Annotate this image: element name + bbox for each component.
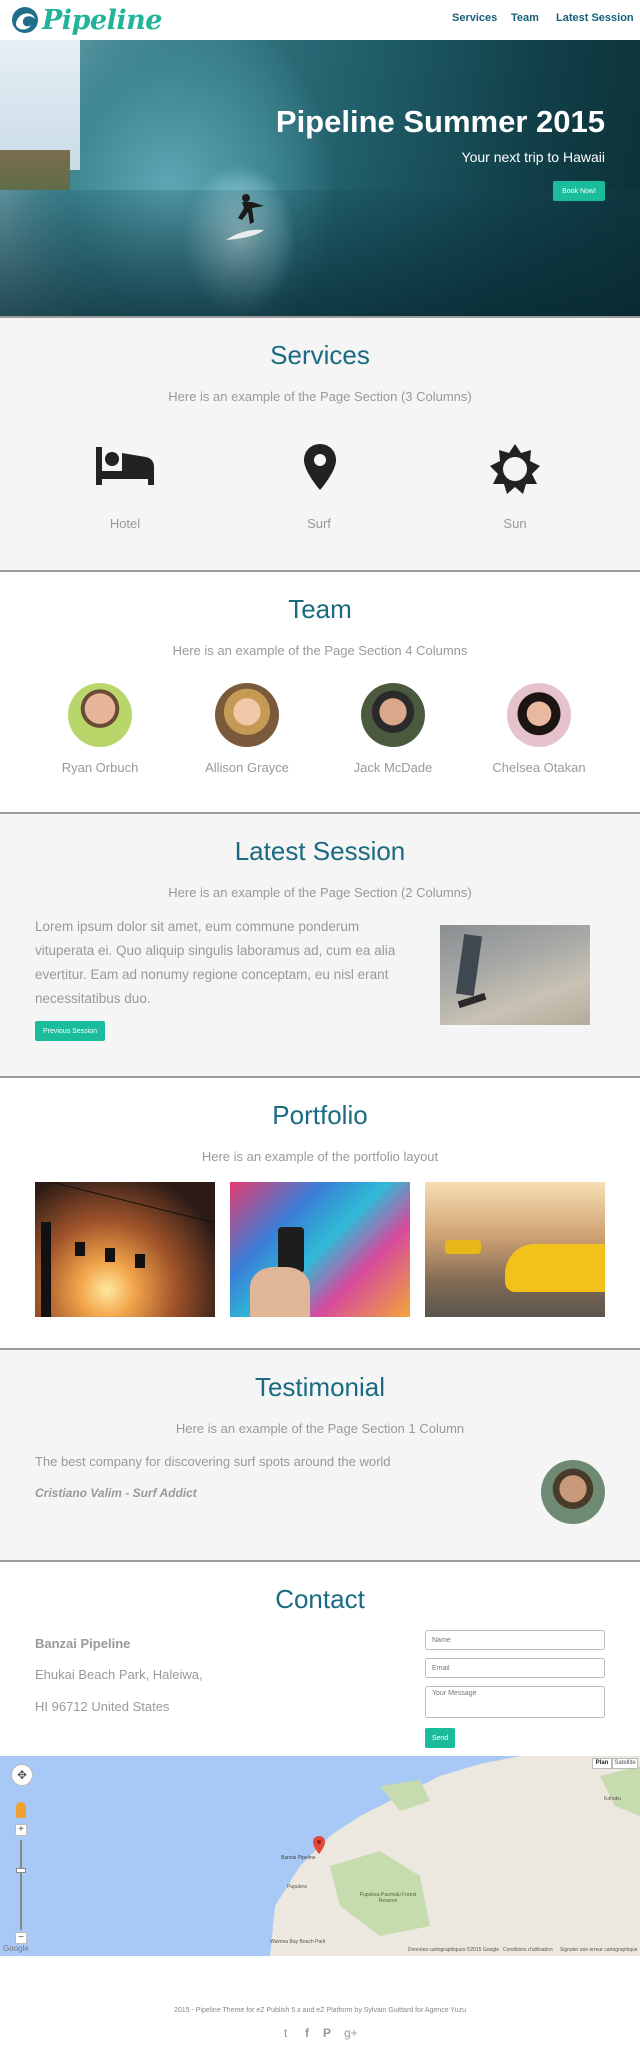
message-textarea[interactable] (425, 1686, 605, 1718)
service-surf-label: Surf (307, 516, 331, 531)
service-hotel-label: Hotel (109, 516, 141, 531)
nav-services[interactable]: Services (452, 12, 497, 24)
member-name-allison: Allison Grayce (205, 760, 289, 775)
portfolio-lead: Here is an example of the portfolio layo… (201, 1149, 439, 1164)
member-name-chelsea: Chelsea Otakan (492, 760, 586, 775)
testimonial-title: Testimonial (254, 1372, 386, 1402)
testimonial-quote: The best company for discovering surf sp… (35, 1454, 391, 1469)
hero-shore (0, 150, 70, 190)
map-pin-icon (304, 444, 336, 490)
map-type-satellite-button[interactable]: Satellite (612, 1758, 638, 1769)
latest-session-text: Lorem ipsum dolor sit amet, eum commune … (35, 919, 396, 1006)
twitter-icon[interactable]: t (284, 2026, 287, 2040)
map-terms-link[interactable]: Conditions d'utilisation (503, 1947, 553, 1953)
map-attribution: Données cartographiques ©2015 Google (408, 1947, 499, 1953)
bed-icon (96, 447, 154, 485)
map-place-pupukea: Pupukea (287, 1884, 307, 1890)
map-place-waimea: Waimea Bay Beach Park (270, 1939, 326, 1945)
member-name-ryan: Ryan Orbuch (61, 760, 139, 775)
contact-company-name: Banzai Pipeline (35, 1636, 131, 1651)
site-header: Pipeline Services Team Latest Session (0, 0, 640, 40)
send-button[interactable]: Send (425, 1728, 455, 1748)
latest-session-section: Latest Session Here is an example of the… (0, 812, 640, 1076)
pinterest-icon[interactable]: P (323, 2026, 331, 2040)
book-now-button[interactable]: Book Now! (553, 181, 605, 201)
skateboard-photo (440, 925, 590, 1025)
logo-text: Pipeline (42, 4, 162, 36)
zoom-slider-handle[interactable] (16, 1868, 26, 1873)
previous-session-button[interactable]: Previous Session (35, 1021, 105, 1041)
avatar-allison (215, 683, 279, 747)
contact-address-line1: Ehukai Beach Park, Haleiwa, (35, 1667, 203, 1682)
surfer-figure (226, 194, 264, 240)
portfolio-image-cable-cars[interactable] (35, 1182, 215, 1317)
street-view-pegman-icon[interactable] (16, 1802, 26, 1818)
portfolio-title: Portfolio (272, 1100, 368, 1130)
portfolio-section: Portfolio Here is an example of the port… (0, 1076, 640, 1348)
sun-icon (490, 444, 540, 494)
services-section: Services Here is an example of the Page … (0, 316, 640, 570)
avatar-chelsea (507, 683, 571, 747)
map-report-error-link[interactable]: Signaler une erreur cartographique (560, 1947, 638, 1953)
map-place-kahuku: Kahuku (604, 1796, 621, 1802)
portfolio-image-yellow-taxi[interactable] (425, 1182, 605, 1317)
testimonial-lead: Here is an example of the Page Section 1… (175, 1421, 465, 1436)
name-input[interactable] (425, 1630, 605, 1650)
avatar-jack (361, 683, 425, 747)
team-section: Team Here is an example of the Page Sect… (0, 570, 640, 812)
map-place-forest-reserve: Pupukea-Paumalu Forest Reserve (359, 1892, 417, 1904)
email-input[interactable] (425, 1658, 605, 1678)
zoom-in-button[interactable]: + (15, 1824, 27, 1836)
contact-section: Contact Banzai Pipeline Ehukai Beach Par… (0, 1560, 640, 1756)
facebook-icon[interactable]: f (305, 2026, 309, 2040)
team-lead: Here is an example of the Page Section 4… (172, 643, 468, 658)
latest-session-lead: Here is an example of the Page Section (… (168, 885, 472, 900)
footer-text: 2015 - Pipeline Theme for eZ Publish 5.x… (174, 2007, 466, 2014)
nav-team[interactable]: Team (511, 12, 539, 24)
contact-address-line2: HI 96712 United States (35, 1699, 170, 1714)
member-name-jack: Jack McDade (353, 760, 433, 775)
zoom-slider-track[interactable] (20, 1840, 22, 1930)
contact-title: Contact (275, 1584, 365, 1614)
hero-subtitle: Your next trip to Hawaii (461, 149, 605, 165)
map-pan-control[interactable]: ✥ (11, 1764, 33, 1786)
google-plus-icon[interactable]: g+ (344, 2026, 358, 2040)
map-land (270, 1756, 640, 1956)
services-lead: Here is an example of the Page Section (… (168, 389, 472, 404)
hero-water (0, 190, 640, 316)
map-marker-label: Banzai Pipeline (281, 1855, 316, 1861)
zoom-out-button[interactable]: − (15, 1932, 27, 1944)
service-sun-label: Sun (503, 516, 527, 531)
google-logo: Google (3, 1944, 29, 1953)
testimonial-section: Testimonial Here is an example of the Pa… (0, 1348, 640, 1560)
hero-title: Pipeline Summer 2015 (275, 104, 605, 139)
latest-session-title: Latest Session (234, 836, 406, 866)
nav-latest-session[interactable]: Latest Session (556, 12, 634, 24)
map-marker-icon[interactable] (313, 1836, 325, 1854)
team-title: Team (288, 594, 352, 624)
hero-banner: Pipeline Summer 2015 Your next trip to H… (0, 40, 640, 316)
testimonial-avatar (541, 1460, 605, 1524)
testimonial-author: Cristiano Valim - Surf Addict (35, 1486, 197, 1500)
logo[interactable]: Pipeline (10, 2, 162, 38)
map[interactable]: ✥ + − Plan Satellite Banzai Pipeline Pup… (0, 1756, 640, 1956)
wave-logo-icon (12, 7, 38, 33)
services-title: Services (270, 340, 370, 370)
portfolio-image-graffiti-phone[interactable] (230, 1182, 410, 1317)
map-type-plan-button[interactable]: Plan (592, 1758, 612, 1769)
avatar-ryan (68, 683, 132, 747)
